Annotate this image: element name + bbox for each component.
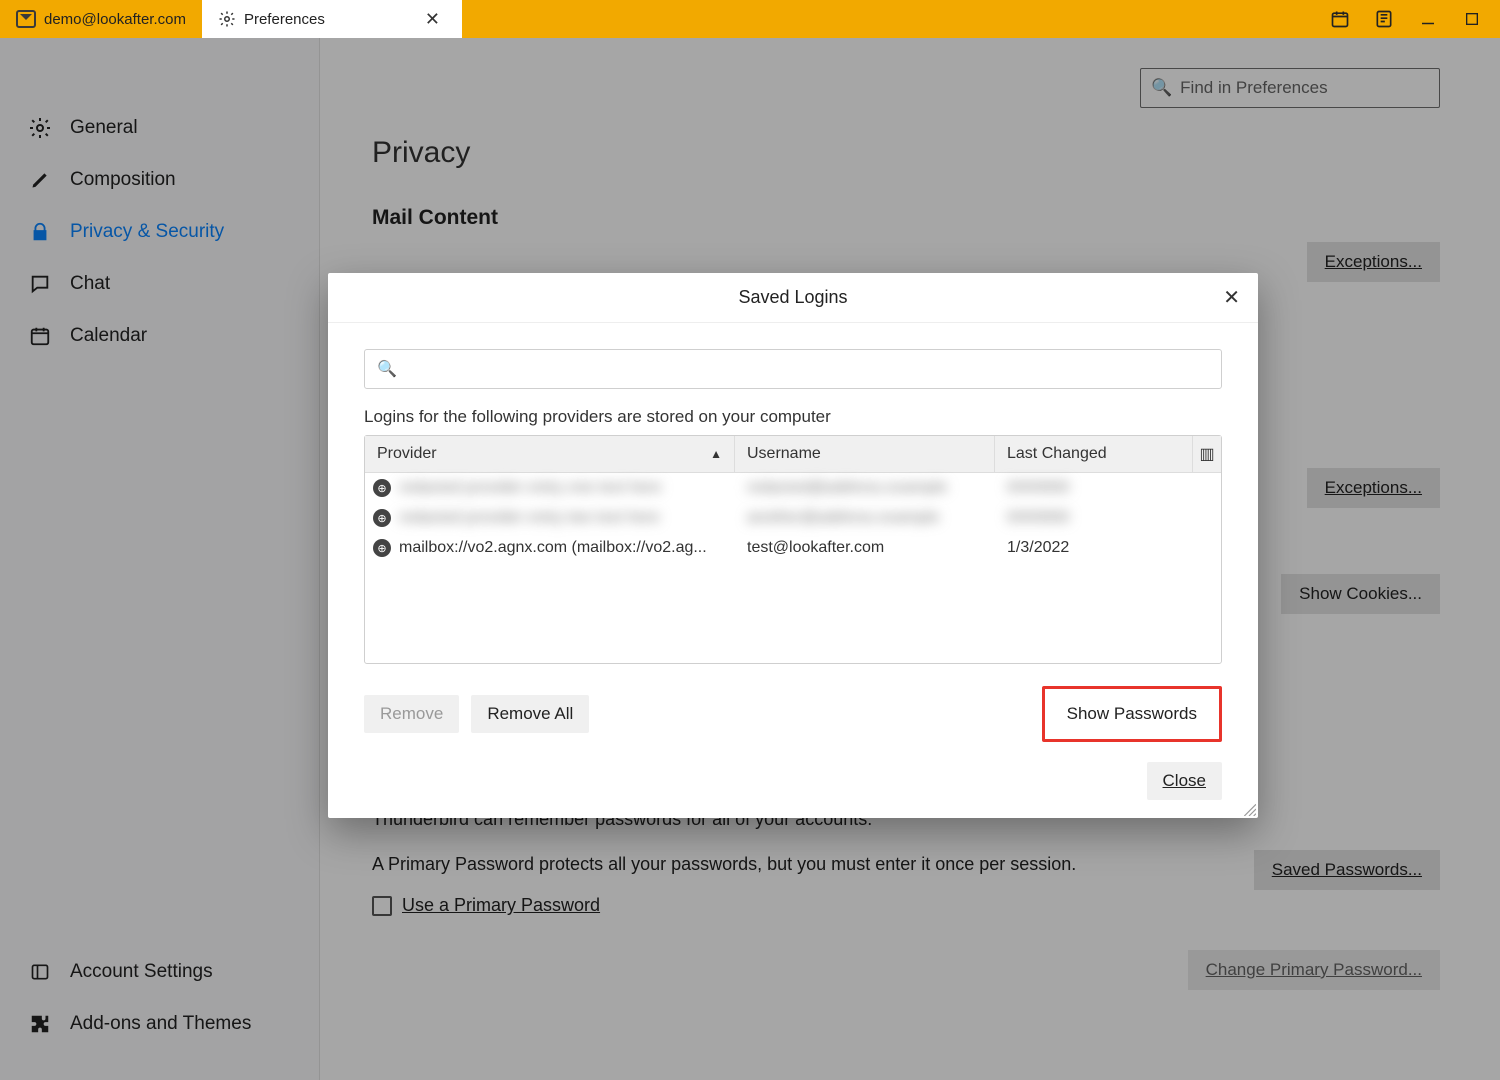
saved-logins-dialog: Saved Logins ✕ 🔍 Logins for the followin… (328, 273, 1258, 818)
logins-table: Provider ▲ Username Last Changed ▥ ⊕reda… (364, 435, 1222, 664)
show-passwords-highlight: Show Passwords (1042, 686, 1222, 742)
globe-icon: ⊕ (373, 509, 391, 527)
tab-prefs-label: Preferences (244, 11, 411, 28)
window-controls (1312, 0, 1500, 38)
contacts-header-icon[interactable] (1374, 9, 1394, 29)
table-row[interactable]: ⊕mailbox://vo2.agnx.com (mailbox://vo2.a… (365, 533, 1221, 563)
resize-grip-icon[interactable] (1242, 802, 1256, 816)
logins-search-input[interactable]: 🔍 (364, 349, 1222, 389)
app-body: General Composition Privacy & Security C… (0, 38, 1500, 1080)
tab-mail-label: demo@lookafter.com (44, 11, 186, 28)
tab-mail-account[interactable]: demo@lookafter.com (0, 0, 202, 38)
titlebar: demo@lookafter.com Preferences ✕ (0, 0, 1500, 38)
mail-icon (16, 10, 36, 28)
minimize-icon[interactable] (1418, 9, 1438, 29)
dialog-title: Saved Logins ✕ (328, 273, 1258, 323)
remove-button[interactable]: Remove (364, 695, 459, 733)
search-icon: 🔍 (377, 359, 397, 379)
column-picker-icon[interactable]: ▥ (1193, 436, 1221, 472)
col-last-changed[interactable]: Last Changed (995, 436, 1193, 472)
globe-icon: ⊕ (373, 479, 391, 497)
sort-asc-icon: ▲ (710, 447, 722, 461)
col-username[interactable]: Username (735, 436, 995, 472)
gear-icon (218, 10, 236, 28)
remove-all-button[interactable]: Remove All (471, 695, 589, 733)
show-passwords-button[interactable]: Show Passwords (1051, 695, 1213, 733)
dialog-close-icon[interactable]: ✕ (1223, 285, 1240, 310)
table-row[interactable]: ⊕redacted provider entry one text herere… (365, 473, 1221, 503)
close-tab-icon[interactable]: ✕ (419, 9, 446, 30)
col-provider[interactable]: Provider ▲ (365, 436, 735, 472)
globe-icon: ⊕ (373, 539, 391, 557)
calendar-header-icon[interactable] (1330, 9, 1350, 29)
stored-logins-text: Logins for the following providers are s… (364, 407, 1222, 427)
table-header: Provider ▲ Username Last Changed ▥ (365, 436, 1221, 473)
table-row[interactable]: ⊕redacted provider entry two text herean… (365, 503, 1221, 533)
maximize-icon[interactable] (1462, 9, 1482, 29)
close-dialog-button[interactable]: Close (1147, 762, 1222, 800)
tab-preferences[interactable]: Preferences ✕ (202, 0, 462, 38)
